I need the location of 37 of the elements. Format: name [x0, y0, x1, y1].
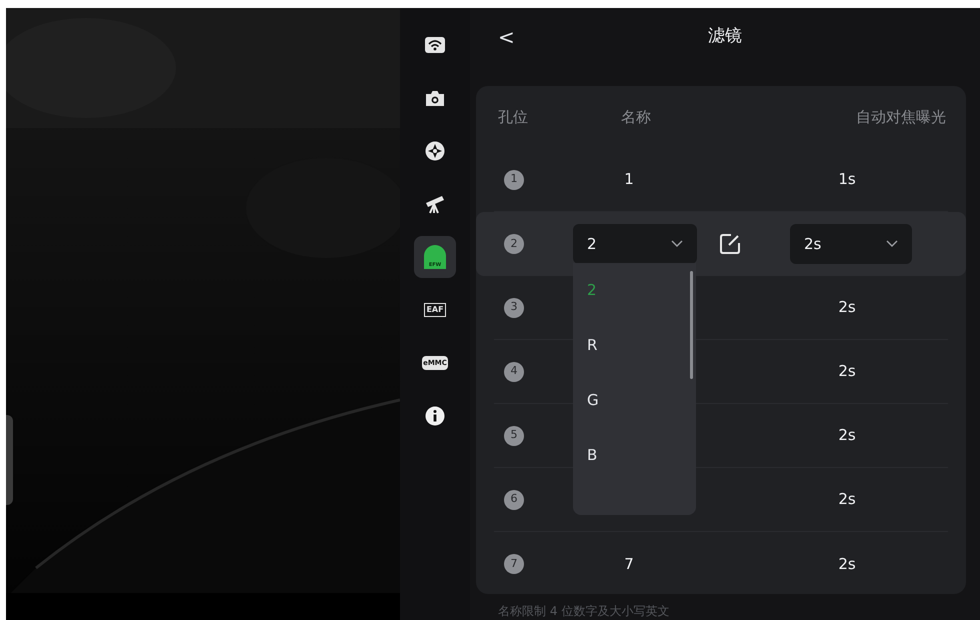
focuser-icon: EAF [424, 303, 446, 317]
side-handle[interactable] [6, 415, 13, 505]
table-cell-text: 7 [623, 554, 635, 575]
table-cell-text: 2s [837, 425, 857, 446]
scrollbar[interactable] [690, 271, 693, 379]
slot-badge: 7 [504, 554, 524, 574]
exposure-select[interactable]: 2s [790, 224, 912, 264]
slot-badge: 2 [504, 234, 524, 254]
edit-icon[interactable] [719, 233, 741, 255]
slot-badge: 4 [504, 362, 524, 382]
target-icon [425, 141, 445, 161]
column-header: 自动对焦曝光 [855, 106, 947, 128]
hint-text: 名称限制 4 位数字及大小写英文 [498, 603, 670, 620]
table-cell-text: 2s [837, 297, 857, 318]
column-header: 名称 [620, 106, 652, 128]
wifi-icon [425, 37, 445, 53]
chevron-down-icon [671, 240, 683, 248]
table-cell-text: 2s [837, 554, 857, 575]
camera-icon [425, 90, 445, 106]
page-title: 滤镜 [708, 25, 742, 48]
column-header: 孔位 [497, 106, 529, 128]
slot-badge: 6 [504, 490, 524, 510]
table-row[interactable]: 2 2 2s [476, 212, 966, 276]
table-cell-text: 1s [837, 169, 857, 190]
slot-badge: 3 [504, 298, 524, 318]
table-cell-text: 2s [837, 489, 857, 510]
chevron-down-icon [886, 240, 898, 248]
name-select[interactable]: 2 [573, 224, 697, 264]
table-cell-text: 2s [837, 361, 857, 382]
sidebar-item[interactable]: EAF [414, 289, 456, 331]
back-button[interactable]: < [498, 22, 515, 52]
slot-badge: 1 [504, 170, 524, 190]
table-row[interactable]: 7 7 2s [494, 532, 948, 596]
telescope-icon [424, 194, 446, 214]
info-icon [425, 406, 445, 426]
table-cell-text: 1 [623, 169, 635, 190]
slot-badge: 5 [504, 426, 524, 446]
